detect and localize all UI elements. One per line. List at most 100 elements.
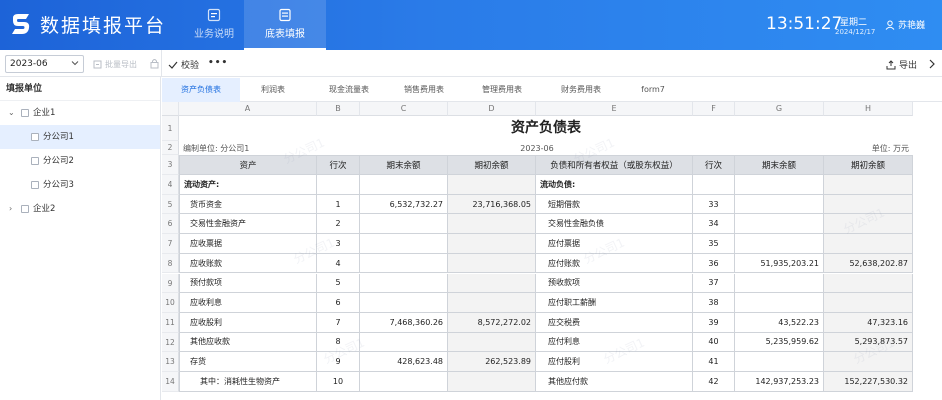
input-cell[interactable] [824, 273, 913, 294]
row-header[interactable]: 1 [162, 116, 179, 141]
input-cell[interactable] [735, 214, 824, 235]
input-cell[interactable] [360, 273, 448, 294]
input-cell[interactable] [735, 234, 824, 254]
nav-table-filling[interactable]: 底表填报 [244, 0, 326, 50]
input-cell[interactable]: 142,937,253.23 [735, 372, 824, 392]
tab-finance-expense[interactable]: 财务费用表 [542, 78, 620, 102]
input-cell[interactable]: 52,638,202.87 [824, 253, 913, 274]
export-button[interactable]: 导出 [886, 58, 917, 71]
input-cell[interactable] [824, 175, 913, 195]
input-cell[interactable] [735, 175, 824, 195]
tab-sales-expense[interactable]: 销售费用表 [385, 78, 463, 102]
input-cell[interactable] [448, 372, 536, 392]
column-header[interactable]: E [536, 102, 693, 116]
tree-node-enterprise-2[interactable]: › 企业2 [0, 197, 160, 221]
row-header[interactable]: 4 [162, 175, 179, 195]
input-cell[interactable]: 47,323.16 [824, 312, 913, 333]
input-cell[interactable] [448, 332, 536, 353]
tree-node-enterprise-1[interactable]: ⌄ 企业1 [0, 101, 160, 125]
column-header[interactable]: D [448, 102, 536, 116]
row-header[interactable]: 6 [162, 214, 179, 235]
row-header[interactable]: 11 [162, 312, 179, 333]
report-tabs: 资产负债表 利润表 现金流量表 销售费用表 管理费用表 财务费用表 form7 [162, 78, 942, 102]
input-cell[interactable] [735, 293, 824, 313]
input-cell[interactable]: 23,716,368.05 [448, 194, 536, 215]
input-cell[interactable]: 262,523.89 [448, 352, 536, 372]
tree-node-branch-1[interactable]: 分公司1 [0, 125, 160, 149]
input-cell[interactable]: 152,227,530.32 [824, 372, 913, 392]
chevron-down-icon[interactable]: ⌄ [8, 101, 15, 125]
input-cell[interactable]: 5,235,959.62 [735, 332, 824, 353]
column-header[interactable]: H [824, 102, 913, 116]
tab-form7[interactable]: form7 [614, 78, 692, 102]
tree-checkbox[interactable] [31, 133, 39, 141]
row-header[interactable]: 9 [162, 273, 179, 294]
input-cell[interactable] [448, 234, 536, 254]
tab-income-statement[interactable]: 利润表 [234, 78, 312, 102]
input-cell[interactable]: 7,468,360.26 [360, 312, 448, 333]
input-cell[interactable]: 428,623.48 [360, 352, 448, 372]
input-cell[interactable] [448, 214, 536, 235]
tree-node-branch-2[interactable]: 分公司2 [0, 149, 160, 173]
table-cell: 5 [317, 273, 360, 294]
input-cell[interactable] [360, 175, 448, 195]
input-cell[interactable] [824, 352, 913, 372]
batch-export-button[interactable]: 批量导出 [93, 59, 137, 70]
input-cell[interactable]: 5,293,873.57 [824, 332, 913, 353]
tree-checkbox[interactable] [31, 181, 39, 189]
input-cell[interactable] [360, 372, 448, 392]
input-cell[interactable]: 51,935,203.21 [735, 253, 824, 274]
row-header[interactable]: 3 [162, 155, 179, 175]
tree-checkbox[interactable] [21, 205, 29, 213]
period-select[interactable]: 2023-06 [5, 55, 84, 73]
input-cell[interactable]: 43,522.23 [735, 312, 824, 333]
input-cell[interactable] [448, 293, 536, 313]
tab-balance-sheet[interactable]: 资产负债表 [162, 78, 240, 102]
input-cell[interactable] [824, 194, 913, 215]
input-cell[interactable] [735, 352, 824, 372]
input-cell[interactable] [824, 234, 913, 254]
input-cell[interactable] [824, 214, 913, 235]
tab-admin-expense[interactable]: 管理费用表 [463, 78, 541, 102]
row-header[interactable]: 14 [162, 372, 179, 392]
tree-checkbox[interactable] [31, 157, 39, 165]
chevron-right-icon[interactable]: › [9, 197, 12, 221]
row-header[interactable]: 8 [162, 253, 179, 274]
chevron-right-icon[interactable] [928, 59, 936, 69]
input-cell[interactable] [360, 293, 448, 313]
weekday: 星期二 [840, 18, 868, 28]
input-cell[interactable] [735, 194, 824, 215]
input-cell[interactable] [360, 332, 448, 353]
input-cell[interactable] [448, 273, 536, 294]
input-cell[interactable] [824, 293, 913, 313]
validate-button[interactable]: 校验 [168, 58, 199, 71]
input-cell[interactable] [735, 273, 824, 294]
tab-cash-flow[interactable]: 现金流量表 [310, 78, 388, 102]
row-header[interactable]: 2 [162, 141, 179, 155]
column-header[interactable]: B [317, 102, 360, 116]
input-cell[interactable] [360, 214, 448, 235]
tree-checkbox[interactable] [21, 109, 29, 117]
row-header[interactable]: 7 [162, 234, 179, 254]
input-cell[interactable] [448, 253, 536, 274]
input-cell[interactable] [360, 234, 448, 254]
table-cell: 应付股利 [536, 352, 693, 372]
tree-node-branch-3[interactable]: 分公司3 [0, 173, 160, 197]
row-header[interactable]: 13 [162, 352, 179, 372]
row-header[interactable]: 12 [162, 332, 179, 353]
input-cell[interactable] [448, 175, 536, 195]
row-header[interactable]: 10 [162, 293, 179, 313]
input-cell[interactable]: 8,572,272.02 [448, 312, 536, 333]
input-cell[interactable] [360, 253, 448, 274]
column-header[interactable]: C [360, 102, 448, 116]
column-header[interactable]: F [693, 102, 735, 116]
user-menu[interactable]: 苏艳巍 [885, 18, 925, 31]
column-header[interactable]: A [179, 102, 317, 116]
period-label: 2023-06 [520, 143, 554, 153]
more-button[interactable]: ••• [208, 58, 228, 68]
nav-business-description[interactable]: 业务说明 [173, 0, 255, 50]
row-header[interactable]: 5 [162, 194, 179, 215]
column-header[interactable]: G [735, 102, 824, 116]
input-cell[interactable]: 6,532,732.27 [360, 194, 448, 215]
export-icon [93, 60, 102, 69]
